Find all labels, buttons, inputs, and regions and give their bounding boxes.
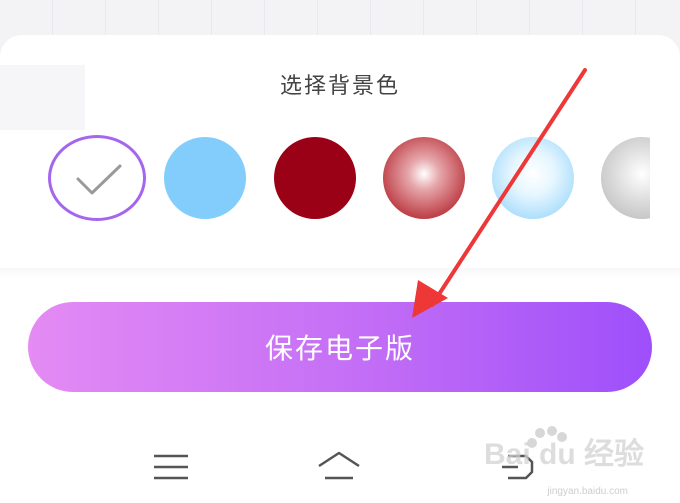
color-swatch-row[interactable] <box>0 135 650 221</box>
screen: 选择背景色 保存电子版 Bai du 经验 jingyan.baidu.com <box>0 0 680 503</box>
background-pattern <box>0 0 680 40</box>
swatch-selected[interactable] <box>48 135 146 221</box>
watermark-url: jingyan.baidu.com <box>547 486 628 497</box>
swatch-blue-gradient[interactable] <box>492 137 574 219</box>
home-icon[interactable] <box>315 448 363 488</box>
check-icon <box>76 164 122 195</box>
menu-icon[interactable] <box>148 448 196 488</box>
save-electronic-version-button[interactable]: 保存电子版 <box>28 302 652 392</box>
watermark-brand: Bai du 经验 <box>483 438 644 471</box>
swatch-dark-red[interactable] <box>274 137 356 219</box>
swatch-gray-gradient[interactable] <box>601 137 650 219</box>
sheet-title: 选择背景色 <box>279 74 400 99</box>
divider <box>0 268 680 278</box>
swatch-red-gradient[interactable] <box>383 137 465 219</box>
save-button-label: 保存电子版 <box>264 332 415 365</box>
swatch-light-blue[interactable] <box>164 137 246 219</box>
